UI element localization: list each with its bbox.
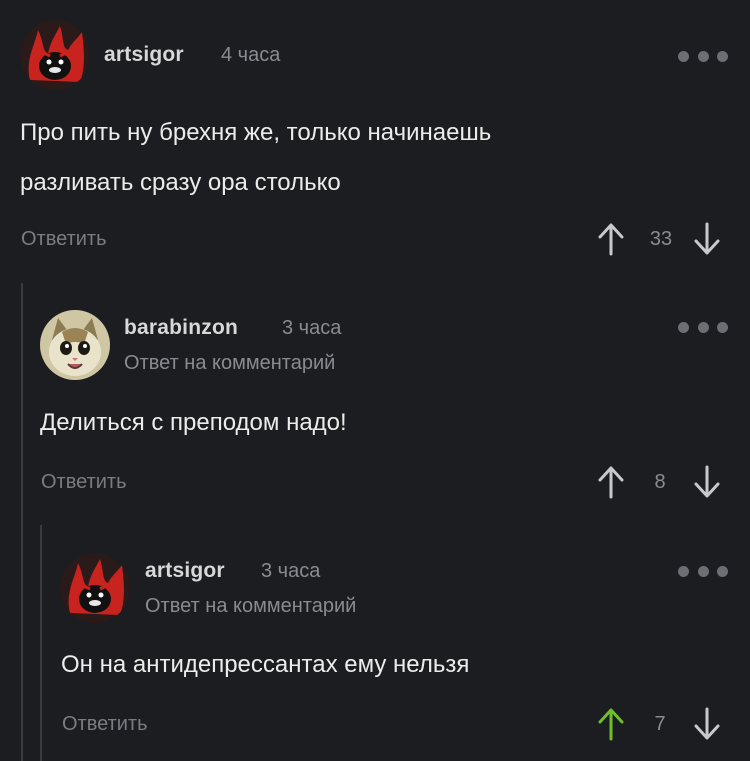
username[interactable]: artsigor bbox=[145, 559, 225, 583]
more-icon-dot bbox=[717, 321, 728, 333]
downvote-icon bbox=[694, 222, 720, 255]
artsigor-avatar-icon bbox=[60, 553, 130, 623]
username[interactable]: barabinzon bbox=[124, 316, 238, 340]
user-avatar[interactable] bbox=[60, 553, 130, 623]
more-options-button[interactable] bbox=[678, 318, 728, 336]
more-icon bbox=[678, 321, 689, 333]
reply-button[interactable]: Ответить bbox=[41, 471, 127, 494]
reply-to-link[interactable]: Ответ на комментарий bbox=[145, 595, 356, 618]
vote-widget: 7 bbox=[596, 707, 726, 741]
more-icon bbox=[678, 565, 689, 577]
cat-avatar-icon bbox=[40, 310, 110, 380]
comment-text: Он на антидепрессантах ему нельзя bbox=[61, 651, 470, 678]
downvote-button[interactable] bbox=[692, 222, 722, 256]
username[interactable]: artsigor bbox=[104, 43, 184, 67]
reply-to-link[interactable]: Ответ на комментарий bbox=[124, 352, 335, 375]
comment-time: 3 часа bbox=[282, 317, 342, 339]
comment-time: 4 часа bbox=[221, 44, 281, 66]
upvote-button[interactable] bbox=[596, 465, 626, 499]
vote-widget: 33 bbox=[596, 222, 726, 256]
more-icon-dot bbox=[697, 321, 709, 333]
upvote-icon bbox=[598, 466, 624, 499]
more-icon-dot bbox=[697, 50, 709, 62]
more-options-button[interactable] bbox=[678, 562, 728, 580]
more-icon-dot bbox=[717, 50, 728, 62]
upvote-button[interactable] bbox=[596, 222, 626, 256]
downvote-button[interactable] bbox=[692, 707, 722, 741]
user-avatar[interactable] bbox=[20, 20, 90, 90]
more-icon-dot bbox=[717, 565, 728, 577]
more-icon bbox=[678, 50, 689, 62]
vote-score: 7 bbox=[654, 713, 666, 735]
downvote-icon bbox=[694, 465, 720, 498]
upvote-icon bbox=[598, 708, 624, 741]
artsigor-avatar-icon bbox=[20, 20, 90, 90]
downvote-icon bbox=[694, 707, 720, 740]
more-options-button[interactable] bbox=[678, 47, 728, 65]
downvote-button[interactable] bbox=[692, 465, 722, 499]
comment-text: Делиться с преподом надо! bbox=[40, 409, 347, 436]
more-icon-dot bbox=[697, 565, 709, 577]
vote-score: 33 bbox=[649, 228, 673, 250]
vote-widget: 8 bbox=[596, 465, 726, 499]
upvote-button[interactable] bbox=[596, 707, 626, 741]
vote-score: 8 bbox=[654, 471, 666, 493]
comment-time: 3 часа bbox=[261, 560, 321, 582]
user-avatar[interactable] bbox=[40, 310, 110, 380]
reply-button[interactable]: Ответить bbox=[62, 713, 148, 736]
thread-line bbox=[21, 283, 23, 761]
reply-button[interactable]: Ответить bbox=[21, 228, 107, 251]
comment-text: Про пить ну брехня же, только начинаешь … bbox=[20, 119, 492, 196]
upvote-icon bbox=[598, 223, 624, 256]
thread-line bbox=[40, 525, 42, 761]
